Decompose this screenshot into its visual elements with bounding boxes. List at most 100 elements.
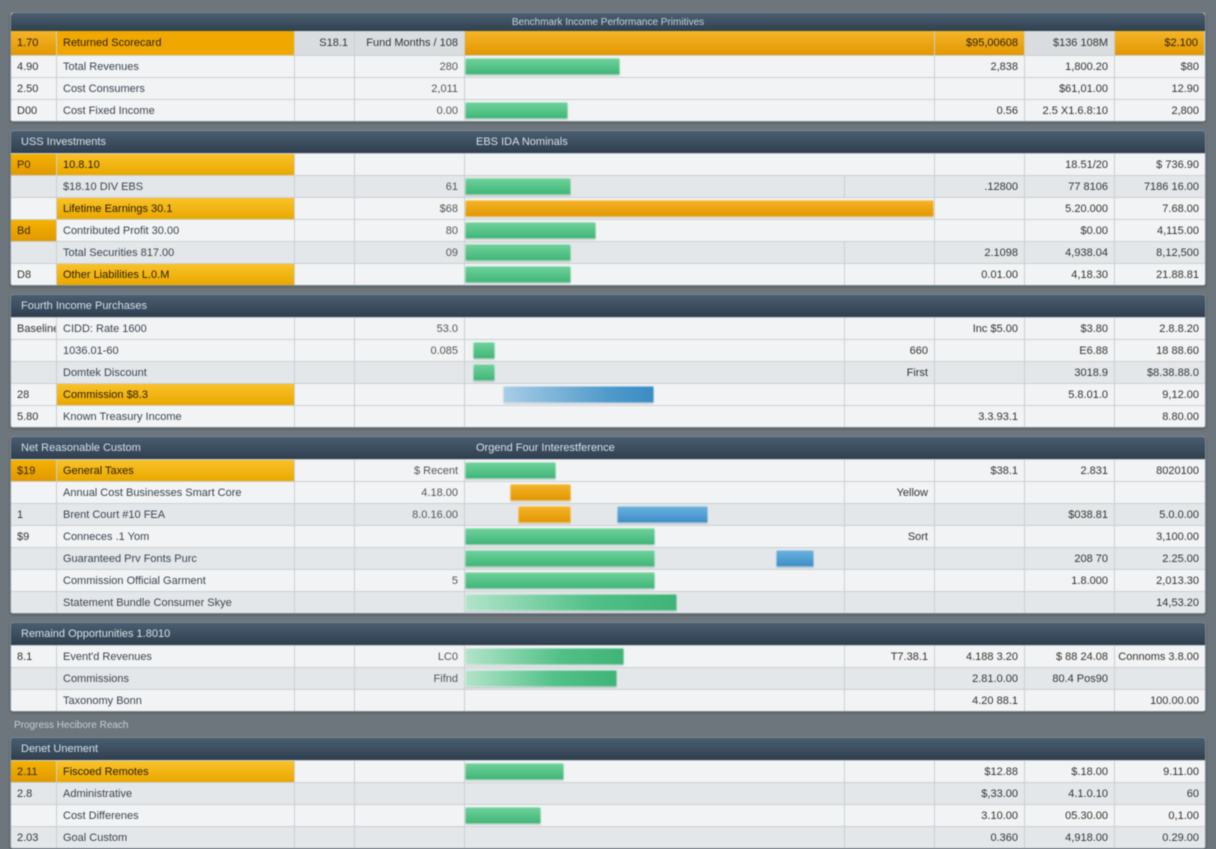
cell-a — [295, 78, 355, 99]
cell-v1: 2,838 — [935, 56, 1025, 77]
table-row[interactable]: 1036.01-600.085660E6.8818 88.60 — [11, 339, 1205, 361]
cell-v2: 4.20 88.1 — [935, 690, 1025, 711]
cell-v1 — [845, 406, 935, 427]
table-row[interactable]: 1Brent Court #10 FEA8.0.16.00$038.815.0.… — [11, 503, 1205, 525]
table-row[interactable]: CommissionsFifnd2.81.0.0080.4 Pos90 — [11, 667, 1205, 689]
cell-bar — [465, 384, 845, 405]
cell-name: Commissions — [57, 668, 295, 689]
cell-extra: 8.80.00 — [1115, 406, 1205, 427]
cell-b: 53.0 — [355, 318, 465, 339]
cell-name: Other Liabilities L.0.M — [57, 264, 295, 285]
cell-bar — [465, 570, 845, 591]
table-row[interactable]: Cost Differenes3.10.0005.30.000,1.00 — [11, 804, 1205, 826]
cell-bar — [465, 592, 845, 613]
table-row[interactable]: Commission Official Garment51.8.0002,013… — [11, 569, 1205, 591]
cell-b: $ Recent — [355, 460, 465, 481]
cell-v2 — [935, 548, 1025, 569]
table-row[interactable]: Statement Bundle Consumer Skye 14,53.20 — [11, 591, 1205, 613]
cell-a — [295, 482, 355, 503]
cell-name: $18.10 DIV EBS — [57, 176, 295, 197]
cell-a — [295, 504, 355, 525]
cell-name: Administrative — [57, 783, 295, 804]
table-row[interactable]: 4.90Total Revenues2802,8381,800.20$80 — [11, 55, 1205, 77]
table-row[interactable]: 5.80Known Treasury Income3.3.93.18.80.00 — [11, 405, 1205, 427]
table-row[interactable]: 2.8Administrative$,33.004.1.0.1060 — [11, 782, 1205, 804]
table-row[interactable]: 8.1Event'd RevenuesLC0T7.38.14.188 3.20$… — [11, 645, 1205, 667]
table-row[interactable]: Taxonomy Bonn4.20 88.1100.00.00 — [11, 689, 1205, 711]
cell-b: 280 — [355, 56, 465, 77]
panel-header: Net Reasonable CustomOrgend Four Interes… — [11, 437, 1205, 459]
cell-v3: 208 70 — [1025, 548, 1115, 569]
cell-a — [295, 827, 355, 848]
cell-extra: $8.38.88.0 — [1115, 362, 1205, 383]
cell-a — [295, 384, 355, 405]
cell-v1 — [845, 805, 935, 826]
cell-v1: Yellow — [845, 482, 935, 503]
cell-a — [295, 154, 355, 175]
cell-bar — [465, 176, 845, 197]
cell-v3: 12.90 — [1115, 78, 1205, 99]
cell-bar — [465, 827, 845, 848]
table-row[interactable]: BaselineCIDD: Rate 160053.0Inc $5.00$3.8… — [11, 317, 1205, 339]
cell-v3: 1.8.000 — [1025, 570, 1115, 591]
cell-v2 — [935, 504, 1025, 525]
cell-id — [11, 176, 57, 197]
table-row[interactable]: $19General Taxes$ Recent$38.12.831802010… — [11, 459, 1205, 481]
table-row[interactable]: D00Cost Fixed Income0.000.562.5 X1.6.8:1… — [11, 99, 1205, 121]
cell-name: Statement Bundle Consumer Skye — [57, 592, 295, 613]
cell-a — [295, 100, 355, 121]
cell-v3: 4,938.04 — [1025, 242, 1115, 263]
cell-a — [295, 592, 355, 613]
cell-id: $9 — [11, 526, 57, 547]
cell-a — [295, 548, 355, 569]
cell-bar — [465, 504, 845, 525]
table-row[interactable]: Domtek DiscountFirst3018.9$8.38.88.0 — [11, 361, 1205, 383]
cell-bar — [465, 482, 845, 503]
cell-name: Lifetime Earnings 30.1 — [57, 198, 295, 219]
panel-title-left: Fourth Income Purchases — [11, 300, 466, 312]
cell-v2: 3.3.93.1 — [935, 406, 1025, 427]
table-row[interactable]: $18.10 DIV EBS61.1280077 81067186 16.00 — [11, 175, 1205, 197]
cell-b — [355, 154, 465, 175]
cell-v3: 4,918.00 — [1025, 827, 1115, 848]
cell-b: 8.0.16.00 — [355, 504, 465, 525]
cell-a — [295, 198, 355, 219]
table-row[interactable]: 2.50Cost Consumers2,011$61,01.0012.90 — [11, 77, 1205, 99]
cell-bar — [465, 646, 845, 667]
table-row[interactable]: Total Securities 817.00092.10984,938.048… — [11, 241, 1205, 263]
cell-extra: 14,53.20 — [1115, 592, 1205, 613]
cell-b: 0.00 — [355, 100, 465, 121]
cell-a — [295, 318, 355, 339]
table-row[interactable]: Lifetime Earnings 30.1$685.20.0007.68.00 — [11, 197, 1205, 219]
table-row[interactable]: BdContributed Profit 30.0080$0.004,115.0… — [11, 219, 1205, 241]
cell-v2: Inc $5.00 — [935, 318, 1025, 339]
panel: Net Reasonable CustomOrgend Four Interes… — [10, 436, 1206, 614]
cell-extra: 3,100.00 — [1115, 526, 1205, 547]
table-row[interactable]: P010.8.1018.51/20$ 736.90 — [11, 153, 1205, 175]
cell-v3: $038.81 — [1025, 504, 1115, 525]
cell-v2: .12800 — [935, 176, 1025, 197]
cell-v2: 4.188 3.20 — [935, 646, 1025, 667]
table-row[interactable]: Guaranteed Prv Fonts Purc208 702.25.00 — [11, 547, 1205, 569]
cell-v2 — [935, 482, 1025, 503]
table-row[interactable]: 2.03Goal Custom0.3604,918.000.29.00 — [11, 826, 1205, 848]
cell-extra: 2.8.8.20 — [1115, 318, 1205, 339]
cell-name: Total Securities 817.00 — [57, 242, 295, 263]
table-row[interactable]: $9Conneces .1 YomSort3,100.00 — [11, 525, 1205, 547]
cell-b: Fund Months / 108 — [355, 31, 465, 55]
table-row[interactable]: D8Other Liabilities L.0.M0.01.004,18.302… — [11, 263, 1205, 285]
table-row[interactable]: 28Commission $8.35.8.01.09,12.00 — [11, 383, 1205, 405]
cell-name: Cost Consumers — [57, 78, 295, 99]
table-row[interactable]: Annual Cost Businesses Smart Core4.18.00… — [11, 481, 1205, 503]
cell-id — [11, 548, 57, 569]
cell-name: Conneces .1 Yom — [57, 526, 295, 547]
cell-bar — [465, 100, 935, 121]
cell-v1 — [845, 264, 935, 285]
cell-v1 — [845, 548, 935, 569]
cell-a — [295, 526, 355, 547]
cell-v2: 0.01.00 — [935, 264, 1025, 285]
table-row[interactable]: 2.11Fiscoed Remotes$12.88$.18.009.11.00 — [11, 760, 1205, 782]
summary-row[interactable]: 1.70 Returned Scorecard S18.1 Fund Month… — [11, 31, 1205, 55]
cell-b — [355, 362, 465, 383]
cell-extra: 21.88.81 — [1115, 264, 1205, 285]
